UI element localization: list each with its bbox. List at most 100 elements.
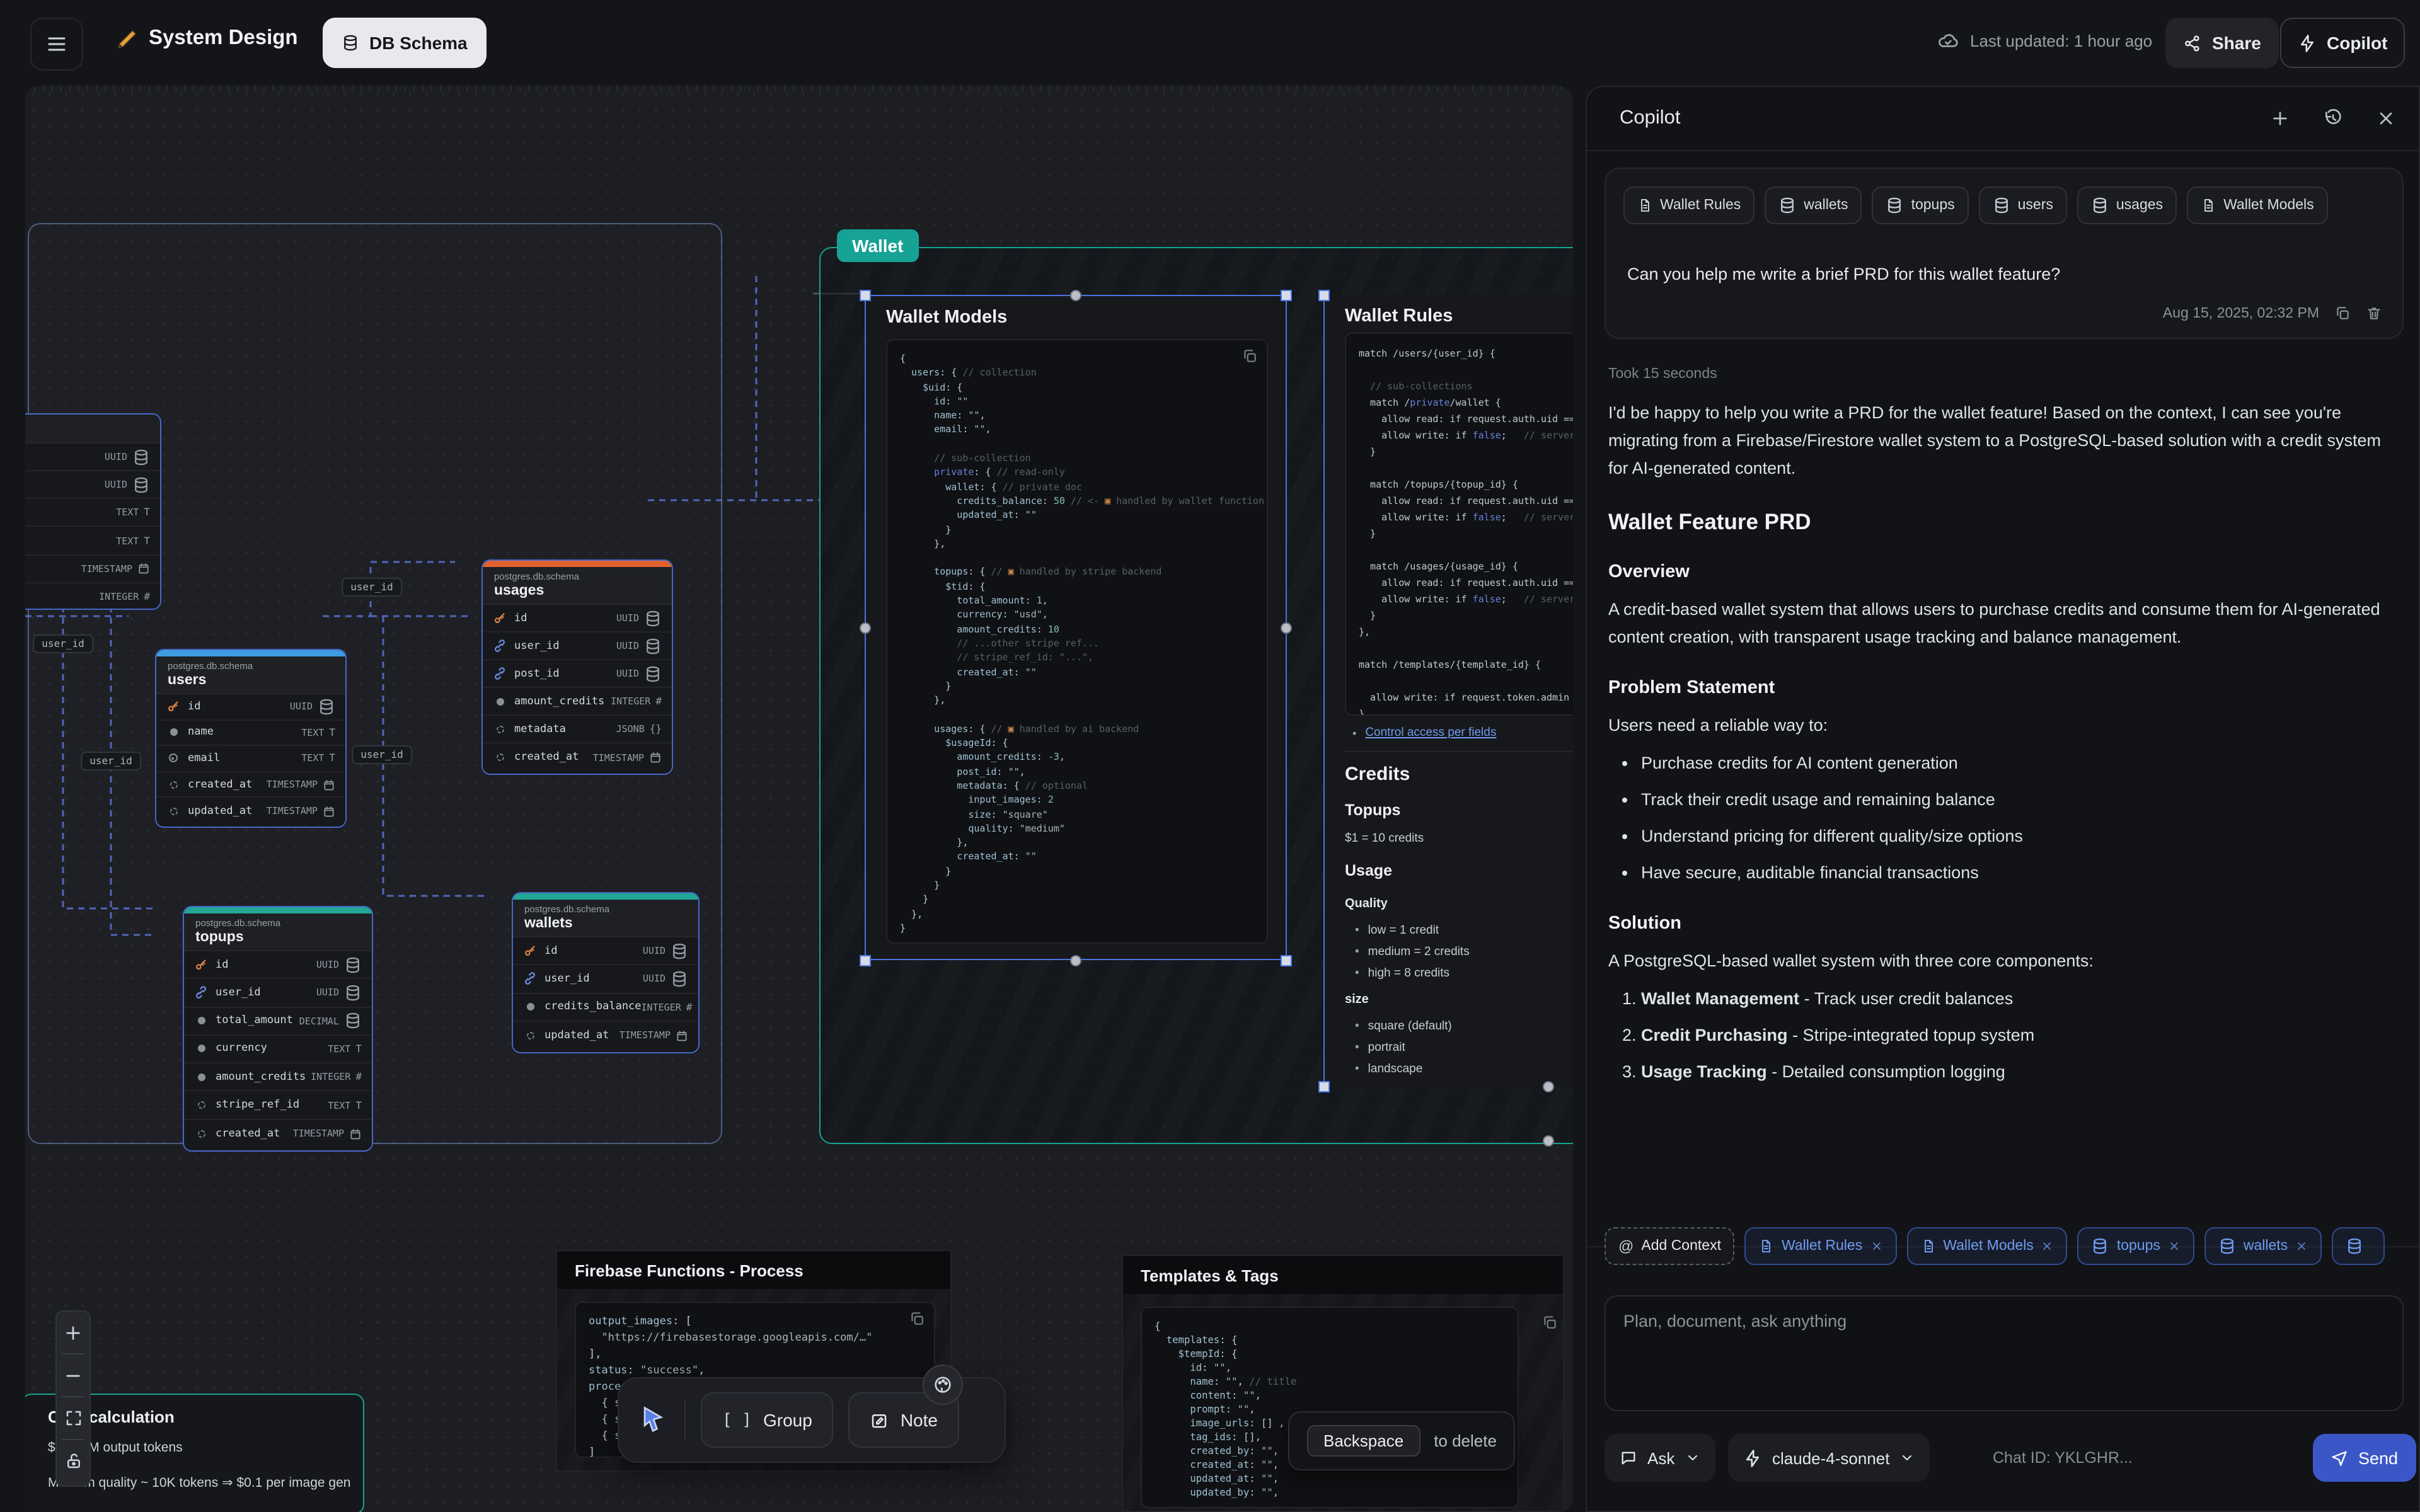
table-row[interactable]: updated_atTIMESTAMP [156, 798, 345, 824]
delete-message-icon[interactable] [2366, 305, 2382, 321]
edge-label[interactable]: user_id [352, 745, 412, 764]
table-row[interactable]: TEXTT [25, 500, 160, 527]
copy-icon[interactable] [1541, 1314, 1558, 1331]
table-row[interactable]: idUUID [513, 937, 698, 966]
table-row[interactable]: idUUID [483, 605, 672, 633]
selection-handle[interactable] [1070, 955, 1081, 966]
table-row[interactable]: created_atTIMESTAMP [483, 743, 672, 771]
selection-handle[interactable] [1543, 1081, 1554, 1092]
table-partial[interactable]: UUIDUUIDTEXTTTEXTTTIMESTAMPINTEGER# [25, 413, 161, 610]
zoom-out-button[interactable] [57, 1354, 89, 1396]
templates-code[interactable]: { templates: { $tempId: { id: "", name: … [1141, 1307, 1519, 1508]
copilot-button[interactable]: Copilot [2280, 18, 2405, 68]
selection-handle[interactable] [1281, 622, 1292, 634]
share-button[interactable]: Share [2165, 18, 2279, 68]
table-row[interactable]: INTEGER# [25, 583, 160, 610]
table-row[interactable]: TEXTT [25, 527, 160, 555]
db-type-icon [671, 970, 688, 988]
table-row[interactable]: UUID [25, 471, 160, 499]
model-selector[interactable]: claude-4-sonnet [1728, 1434, 1930, 1482]
table-row[interactable]: UUID [25, 444, 160, 471]
selection-handle[interactable] [1543, 1135, 1554, 1147]
edge-label[interactable]: user_id [81, 752, 141, 770]
context-chip-wallets[interactable]: wallets [2204, 1227, 2322, 1265]
selection-handle[interactable] [1281, 955, 1292, 966]
lock-button[interactable] [57, 1440, 89, 1482]
tab-db-schema[interactable]: DB Schema [323, 18, 487, 68]
wallet-rules-node[interactable]: Wallet Rules match /users/{user_id} { //… [1323, 295, 1573, 1087]
table-row[interactable]: idUUID [156, 694, 345, 720]
selection-handle[interactable] [1318, 1081, 1330, 1092]
table-row[interactable]: updated_atTIMESTAMP [513, 1022, 698, 1050]
context-chip-wallet-models[interactable]: Wallet Models [2187, 186, 2328, 224]
remove-chip-icon[interactable] [2041, 1240, 2054, 1252]
ask-mode-button[interactable]: Ask [1605, 1434, 1715, 1482]
table-row[interactable]: emailTEXTT [156, 746, 345, 772]
table-row[interactable]: metadataJSONB{} [483, 716, 672, 743]
send-button[interactable]: Send [2313, 1434, 2416, 1482]
context-chip-wallet-models[interactable]: Wallet Models [1906, 1227, 2068, 1265]
table-row[interactable]: idUUID [184, 951, 372, 980]
table-users[interactable]: postgres.db.schemausersidUUIDnameTEXTTem… [155, 649, 347, 828]
table-row[interactable]: user_idUUID [513, 966, 698, 994]
wallet-rules-code[interactable]: match /users/{user_id} { // sub-collecti… [1345, 333, 1573, 716]
context-chip-wallets[interactable]: wallets [1765, 186, 1862, 224]
selection-handle[interactable] [860, 622, 871, 634]
table-topups[interactable]: postgres.db.schematopupsidUUIDuser_idUUI… [183, 906, 373, 1152]
add-context-button[interactable]: @Add Context [1605, 1227, 1735, 1265]
context-chip-topups[interactable]: topups [2078, 1227, 2194, 1265]
selection-handle[interactable] [860, 955, 871, 966]
chat-input[interactable] [1605, 1295, 2404, 1411]
selection-handle[interactable] [1070, 290, 1081, 301]
table-row[interactable]: amount_creditsINTEGER# [184, 1063, 372, 1092]
new-chat-button[interactable] [2267, 106, 2293, 131]
control-access-link[interactable]: Control access per fields [1365, 726, 1496, 740]
table-row[interactable]: created_atTIMESTAMP [184, 1120, 372, 1148]
templates-tags-node[interactable]: Templates & Tags { templates: { $tempId:… [1122, 1255, 1564, 1512]
remove-chip-icon[interactable] [2295, 1240, 2308, 1252]
table-usages[interactable]: postgres.db.schemausagesidUUIDuser_idUUI… [481, 559, 673, 775]
table-row[interactable]: user_idUUID [483, 633, 672, 660]
table-row[interactable]: amount_creditsINTEGER# [483, 688, 672, 716]
menu-button[interactable] [30, 18, 83, 71]
context-chip-clipped[interactable] [2332, 1227, 2385, 1265]
table-row[interactable]: credits_balanceINTEGER# [513, 994, 698, 1022]
context-chip-users[interactable]: users [1979, 186, 2067, 224]
table-row[interactable]: post_idUUID [483, 660, 672, 688]
table-row[interactable]: total_amountDECIMAL [184, 1007, 372, 1036]
context-chip-wallet-rules[interactable]: Wallet Rules [1623, 186, 1754, 224]
database-icon [342, 34, 359, 52]
diagram-canvas[interactable]: Wallet UUIDUUIDTEXTTTEXTTTIMESTAMPINTEGE… [25, 86, 1573, 1512]
table-row[interactable]: created_atTIMESTAMP [156, 772, 345, 798]
response-heading: Overview [1608, 558, 2405, 586]
group-tool-button[interactable]: [ ] Group [701, 1392, 834, 1448]
history-button[interactable] [2320, 106, 2346, 131]
context-chip-wallet-rules[interactable]: Wallet Rules [1745, 1227, 1896, 1265]
zoom-fit-button[interactable] [57, 1397, 89, 1439]
copy-message-icon[interactable] [2334, 305, 2351, 321]
context-chip-usages[interactable]: usages [2077, 186, 2177, 224]
remove-chip-icon[interactable] [1870, 1240, 1882, 1252]
context-chip-topups[interactable]: topups [1872, 186, 1969, 224]
close-panel-button[interactable] [2373, 106, 2399, 131]
table-row[interactable]: nameTEXTT [156, 720, 345, 746]
table-row[interactable]: currencyTEXTT [184, 1036, 372, 1064]
color-palette-button[interactable] [923, 1365, 963, 1405]
remove-chip-icon[interactable] [2168, 1240, 2181, 1252]
table-wallets[interactable]: postgres.db.schemawalletsidUUIDuser_idUU… [512, 892, 700, 1053]
cursor-tool-icon[interactable] [637, 1404, 669, 1436]
wallet-group-label[interactable]: Wallet [837, 229, 918, 262]
wallet-models-node[interactable]: Wallet Models { users: { // collection $… [865, 295, 1287, 960]
wallet-models-code[interactable]: { users: { // collection $uid: { id: "" … [886, 339, 1268, 944]
zoom-in-button[interactable] [57, 1312, 89, 1353]
table-row[interactable]: TIMESTAMP [25, 555, 160, 583]
selection-handle[interactable] [1281, 290, 1292, 301]
edge-label[interactable]: user_id [33, 634, 93, 653]
selection-handle[interactable] [1318, 290, 1330, 301]
selection-handle[interactable] [860, 290, 871, 301]
copy-icon[interactable] [909, 1310, 925, 1327]
table-row[interactable]: user_idUUID [184, 980, 372, 1008]
copy-icon[interactable] [1242, 348, 1258, 364]
table-row[interactable]: stripe_ref_idTEXTT [184, 1092, 372, 1120]
edge-label[interactable]: user_id [342, 578, 401, 597]
